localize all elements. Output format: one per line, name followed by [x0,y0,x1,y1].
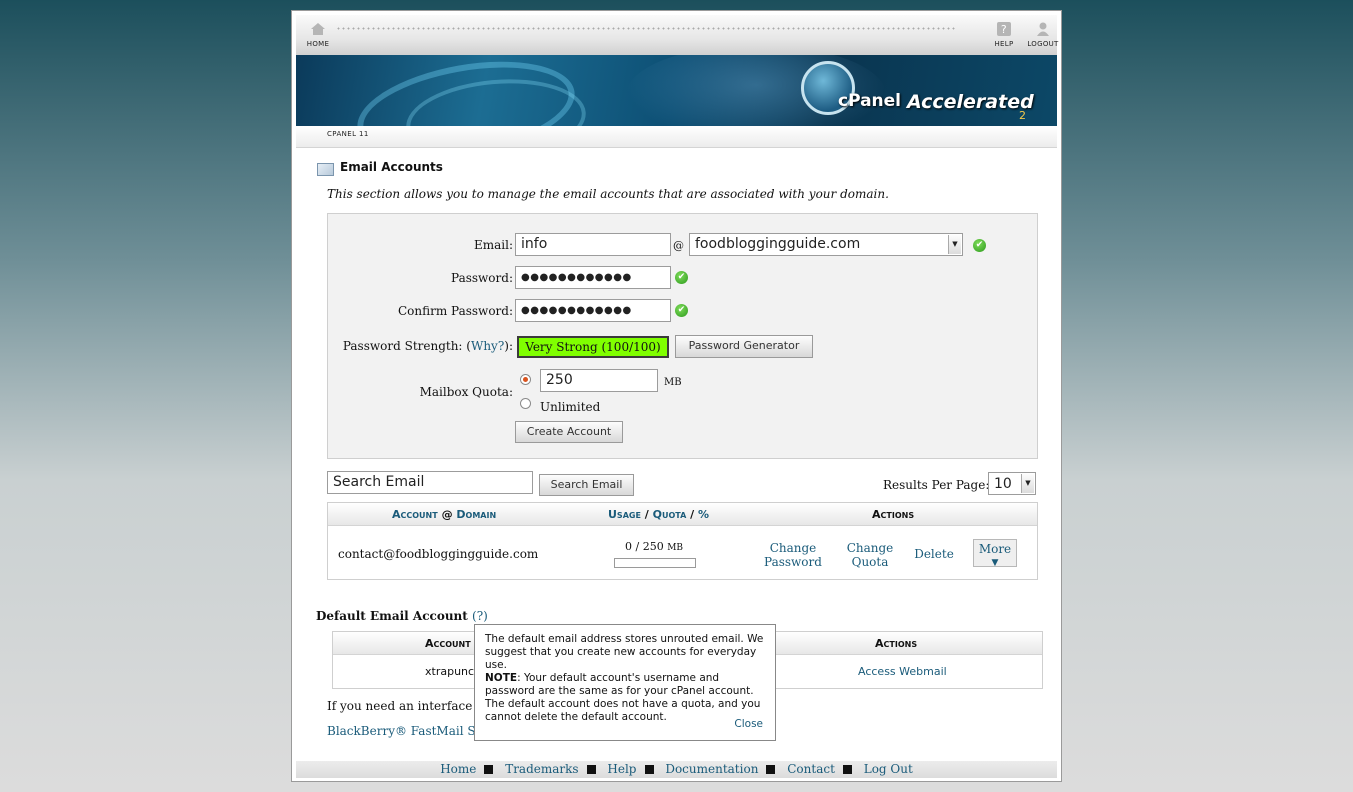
quota-mb-radio[interactable] [520,374,531,385]
search-email-button[interactable]: Search Email [539,474,634,496]
default-account-tooltip: The default email address stores unroute… [474,624,776,741]
tooltip-note-text: : Your default account's username and pa… [485,672,761,723]
separator-square-icon [644,765,654,774]
svg-text:?: ? [1001,23,1007,36]
separator-square-icon [842,765,852,774]
user-icon [1037,22,1049,36]
footer-trademarks-link[interactable]: Trademarks [505,762,578,776]
default-account-value: xtrapunch [425,665,482,678]
account-email: contact@foodbloggingguide.com [338,547,539,561]
home-label: HOME [306,40,330,48]
separator-square-icon [586,765,596,774]
more-button[interactable]: More ▼ [973,539,1017,568]
help-icon: ? [997,22,1011,36]
email-label: Email: [473,238,513,252]
help-label: HELP [994,40,1014,48]
page-title: Email Accounts [340,160,443,174]
table-header: Account @ Domain Usage / Quota / % Actio… [328,503,1037,526]
password-strength-meter: Very Strong (100/100) [517,336,669,358]
check-icon: ✔ [675,304,688,317]
usage-quota-header[interactable]: Usage / Quota / % [608,508,709,521]
interface-note: If you need an interface th [327,699,489,713]
password-strength-label: Password Strength: (Why?): [342,339,513,353]
quota-input[interactable]: 250 [540,369,658,392]
footer-logout-link[interactable]: Log Out [864,762,913,776]
home-icon [311,23,325,35]
results-per-page-value: 10 [994,476,1012,492]
check-icon: ✔ [675,271,688,284]
domain-select-value: foodbloggingguide.com [695,236,861,252]
password-label: Password: [451,271,513,285]
blackberry-link[interactable]: BlackBerry® FastMail Se [327,724,483,738]
quota-usage-bar [614,558,696,568]
cpanel-window: HOME ? HELP LOGOUT cPanel Accelerated 2 … [291,10,1062,782]
quota-unlimited-radio[interactable] [520,398,531,409]
domain-select[interactable]: foodbloggingguide.com ▼ [689,233,963,256]
logout-label: LOGOUT [1027,40,1059,48]
mailbox-quota-label: Mailbox Quota: [419,385,513,399]
unlimited-label: Unlimited [540,400,601,414]
footer-nav: Home Trademarks Help Documentation Conta… [296,761,1057,778]
envelope-icon [317,163,334,176]
default-email-title: Default Email Account (?) [316,609,488,623]
access-webmail-link[interactable]: Access Webmail [858,665,947,678]
footer-home-link[interactable]: Home [440,762,476,776]
search-email-input[interactable]: Search Email [327,471,533,494]
quota-unit: MB [664,377,682,388]
default-account-header: Account [425,637,471,650]
tooltip-text: The default email address stores unroute… [485,633,764,671]
change-password-link[interactable]: Change Password [758,541,828,569]
tooltip-close-link[interactable]: Close [734,718,763,731]
create-account-form: Email: info @ foodbloggingguide.com ▼ ✔ … [327,213,1038,459]
change-quota-link[interactable]: Change Quota [840,541,900,569]
password-input[interactable]: ●●●●●●●●●●●● [515,266,671,289]
page-description: This section allows you to manage the em… [327,187,889,201]
logo-name: cPanel [838,91,902,111]
chevron-down-icon: ▼ [948,235,961,254]
at-symbol: @ [673,239,684,252]
home-nav-button[interactable]: HOME [298,21,338,48]
footer-contact-link[interactable]: Contact [787,762,835,776]
footer-documentation-link[interactable]: Documentation [665,762,758,776]
results-per-page-select[interactable]: 10 ▼ [988,472,1036,495]
decorative-dots [336,26,957,32]
triangle-down-icon: ▼ [991,558,999,568]
default-email-help-link[interactable]: (?) [472,609,488,623]
breadcrumb: CPANEL 11 [296,126,1057,148]
password-generator-button[interactable]: Password Generator [675,335,813,358]
separator-square-icon [766,765,776,774]
help-nav-button[interactable]: ? HELP [984,21,1024,48]
logo-version: 2 [1019,109,1026,122]
delete-link[interactable]: Delete [912,547,956,561]
logo-product: Accelerated [907,91,1034,113]
actions-header: Actions [872,508,915,521]
account-domain-header[interactable]: Account @ Domain [392,508,496,521]
default-actions-header: Actions [875,637,918,650]
email-accounts-table: Account @ Domain Usage / Quota / % Actio… [327,502,1038,580]
separator-square-icon [484,765,494,774]
email-user-input[interactable]: info [515,233,671,256]
breadcrumb-text: CPANEL 11 [327,130,369,138]
confirm-password-input[interactable]: ●●●●●●●●●●●● [515,299,671,322]
check-icon: ✔ [973,239,986,252]
logout-nav-button[interactable]: LOGOUT [1023,21,1063,48]
tooltip-note-label: NOTE [485,672,518,684]
confirm-password-label: Confirm Password: [397,304,513,318]
why-link[interactable]: Why? [471,339,504,353]
create-account-button[interactable]: Create Account [515,421,623,443]
usage-value: 0 / 250 MB [625,540,684,553]
results-per-page-label: Results Per Page: [883,478,990,492]
top-navigation-bar: HOME ? HELP LOGOUT [296,15,1058,57]
chevron-down-icon: ▼ [1021,474,1034,493]
cpanel-banner: cPanel Accelerated 2 [296,55,1057,126]
footer-help-link[interactable]: Help [607,762,636,776]
